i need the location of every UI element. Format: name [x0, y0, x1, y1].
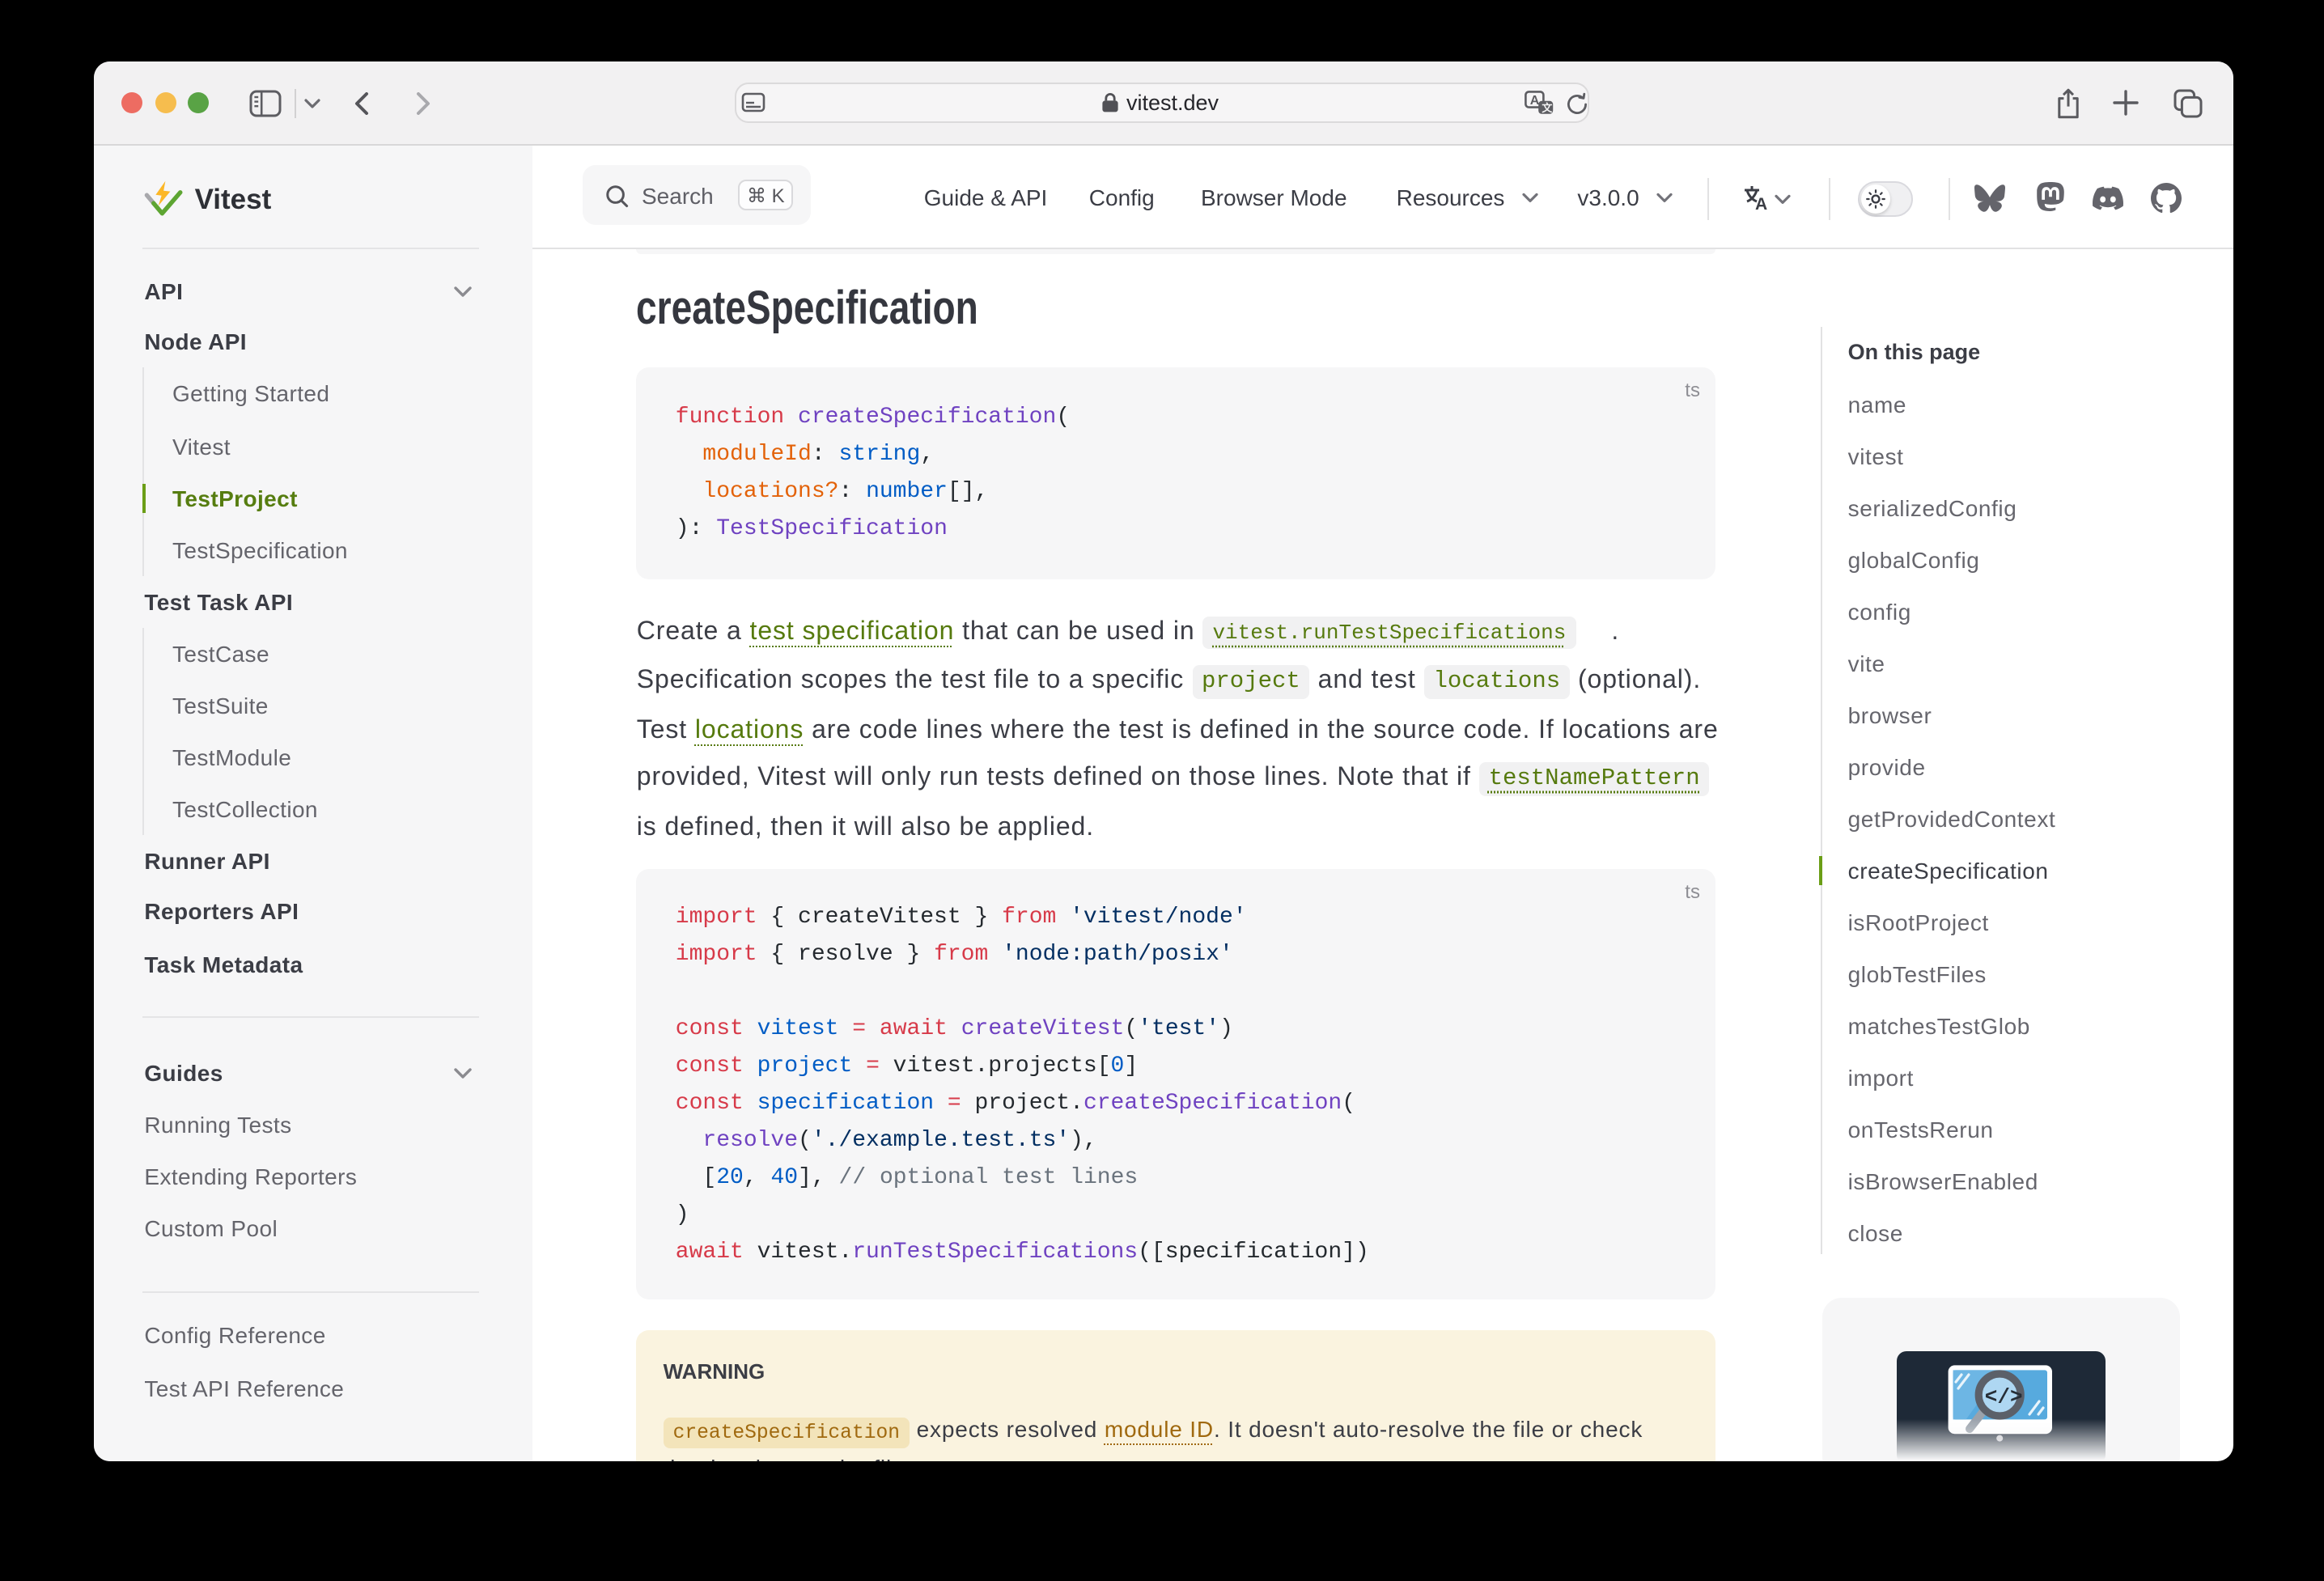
- svg-text:</>: </>: [1984, 1385, 2022, 1409]
- svg-text:A: A: [1530, 94, 1540, 108]
- svg-text:A: A: [1755, 195, 1767, 212]
- svg-text:文: 文: [1542, 102, 1553, 114]
